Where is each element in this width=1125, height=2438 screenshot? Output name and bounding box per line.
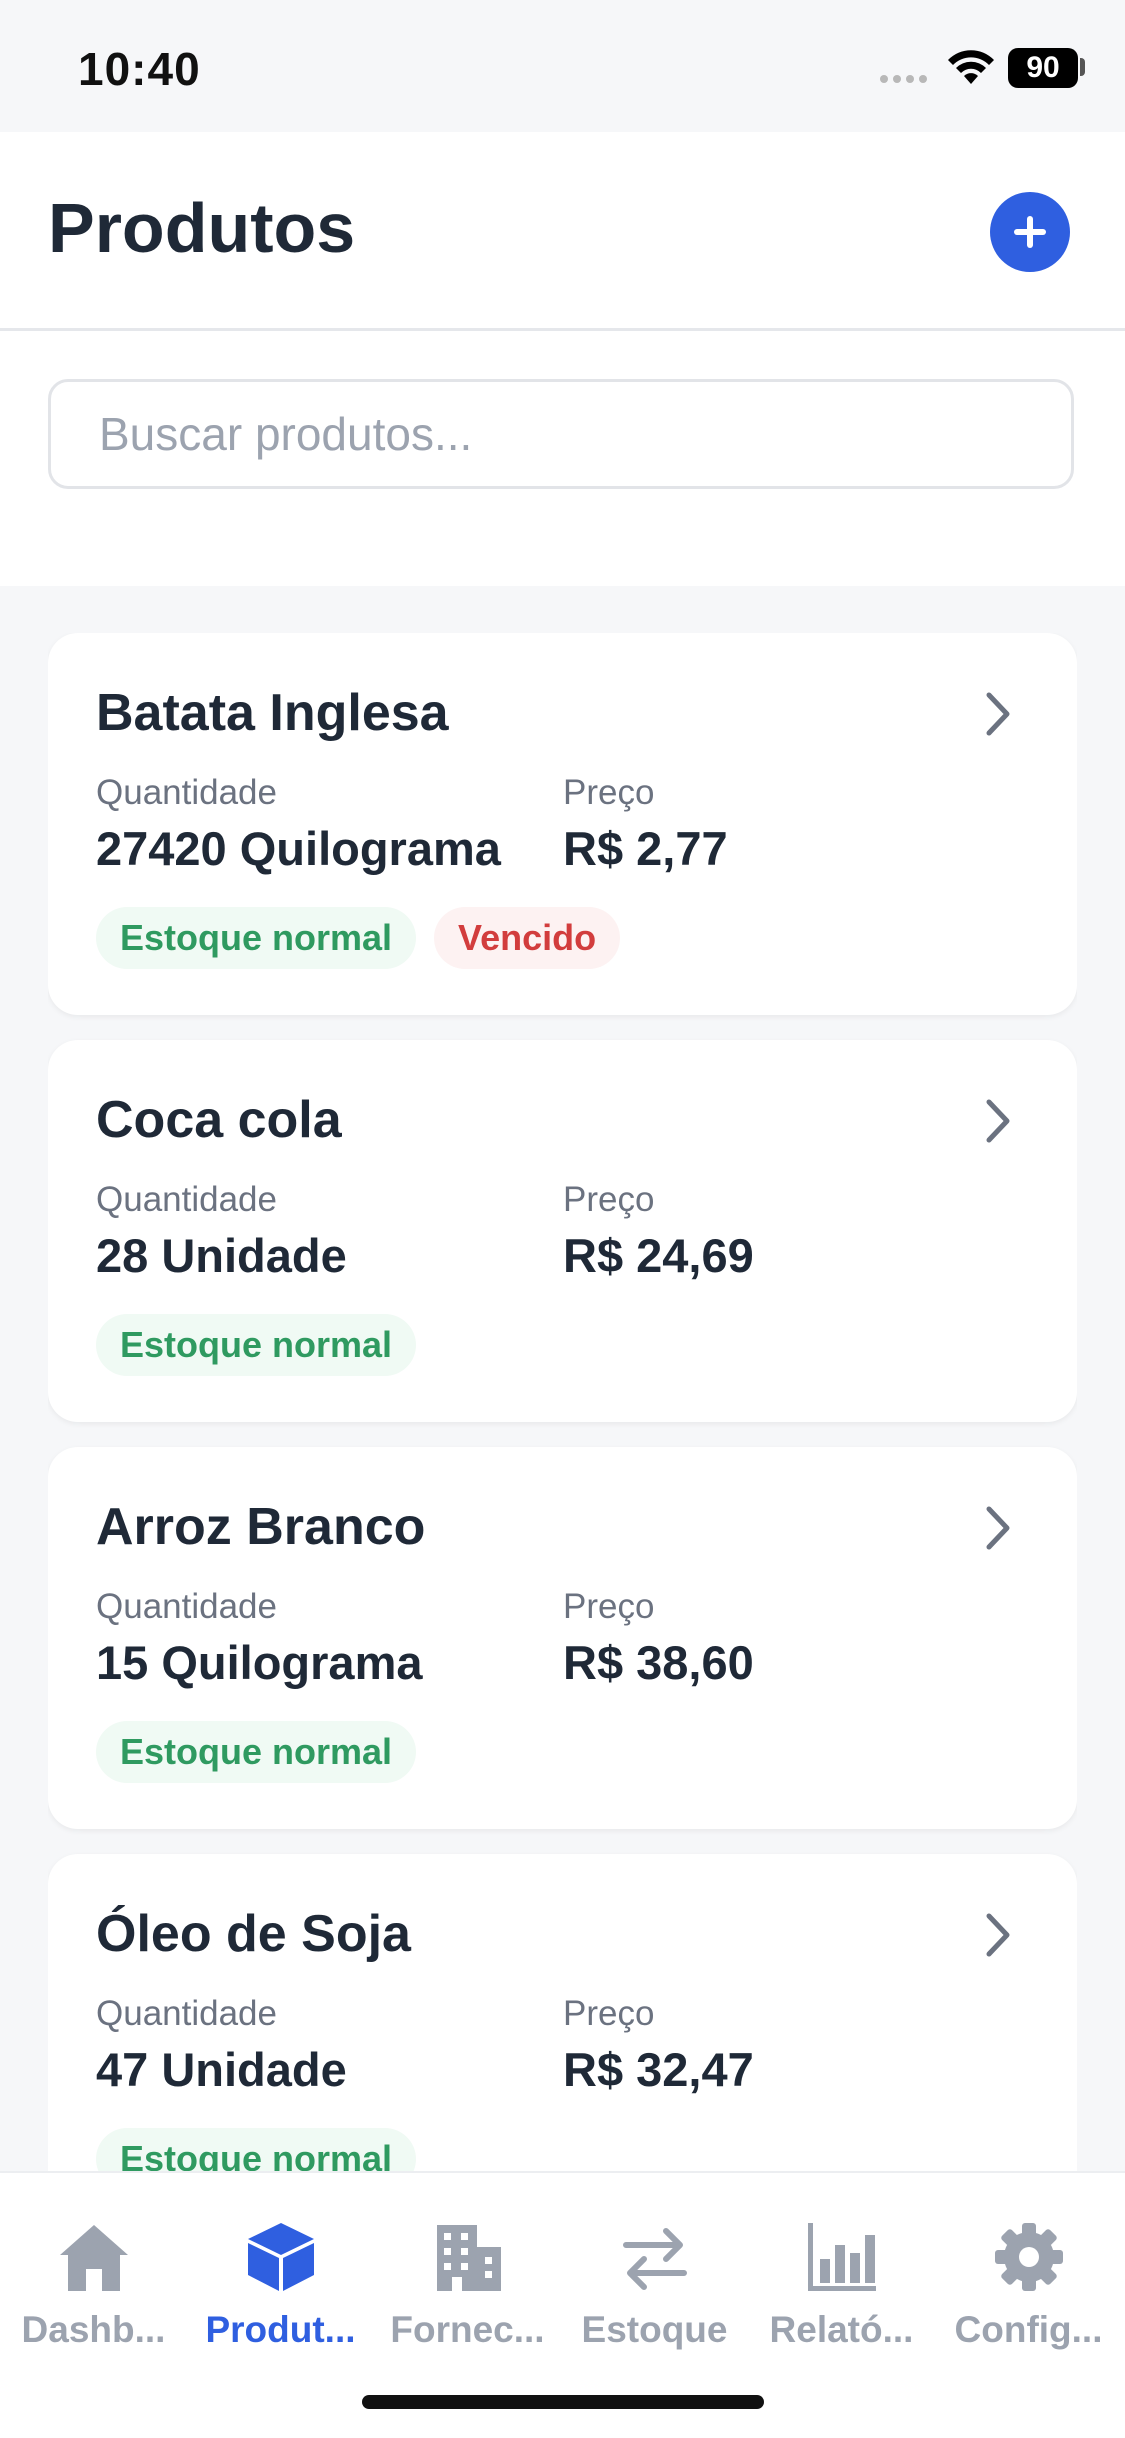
tab-label: Dashb... bbox=[21, 2309, 166, 2350]
tab-label: Relató... bbox=[769, 2309, 914, 2350]
badge-row: Estoque normal bbox=[96, 2128, 417, 2171]
price-label: Preço bbox=[563, 1587, 655, 1626]
badge-row: Estoque normal bbox=[96, 1721, 417, 1783]
quantity-label: Quantidade bbox=[96, 773, 277, 812]
price-value: R$ 2,77 bbox=[563, 822, 728, 875]
product-list[interactable]: Batata Inglesa Quantidade Preço 27420 Qu… bbox=[48, 633, 1077, 2171]
quantity-value: 47 Unidade bbox=[96, 2043, 347, 2096]
price-label: Preço bbox=[563, 773, 655, 812]
search-input[interactable] bbox=[48, 379, 1074, 489]
price-value: R$ 24,69 bbox=[563, 1229, 754, 1282]
tab-stock[interactable]: Estoque bbox=[561, 2213, 748, 2351]
quantity-value: 15 Quilograma bbox=[96, 1636, 423, 1689]
product-card[interactable]: Óleo de Soja Quantidade Preço 47 Unidade… bbox=[48, 1854, 1077, 2171]
wifi-icon bbox=[948, 50, 994, 84]
add-product-button[interactable] bbox=[990, 192, 1070, 272]
tab-label: Produt... bbox=[205, 2309, 356, 2350]
page-title: Produtos bbox=[48, 189, 356, 267]
badge-row: Estoque normal Vencido bbox=[96, 907, 621, 969]
battery-level: 90 bbox=[1026, 51, 1060, 84]
quantity-label: Quantidade bbox=[96, 1180, 277, 1219]
tab-reports[interactable]: Relató... bbox=[748, 2213, 935, 2351]
tab-products[interactable]: Produt... bbox=[187, 2213, 374, 2351]
bar-chart-icon bbox=[807, 2223, 876, 2291]
cube-icon bbox=[247, 2223, 314, 2291]
badge-row: Estoque normal bbox=[96, 1314, 417, 1376]
tab-label: Fornec... bbox=[390, 2309, 545, 2350]
product-name: Batata Inglesa bbox=[96, 684, 449, 742]
chevron-right-icon bbox=[986, 1506, 1010, 1550]
search-section bbox=[0, 331, 1125, 586]
plus-icon bbox=[1014, 216, 1046, 248]
building-icon bbox=[436, 2225, 501, 2291]
quantity-value: 28 Unidade bbox=[96, 1229, 347, 1282]
tab-dashboard[interactable]: Dashb... bbox=[0, 2213, 187, 2351]
stock-status-badge: Estoque normal bbox=[96, 1314, 417, 1376]
product-card[interactable]: Arroz Branco Quantidade Preço 15 Quilogr… bbox=[48, 1447, 1077, 1829]
status-time: 10:40 bbox=[78, 43, 201, 95]
tab-label: Estoque bbox=[581, 2309, 728, 2350]
cellular-signal-icon bbox=[880, 70, 932, 88]
page-header: Produtos bbox=[0, 132, 1125, 331]
stock-status-badge: Estoque normal bbox=[96, 2128, 417, 2171]
chevron-right-icon bbox=[986, 1099, 1010, 1143]
price-label: Preço bbox=[563, 1994, 655, 2033]
home-indicator bbox=[362, 2395, 764, 2409]
product-name: Óleo de Soja bbox=[96, 1905, 411, 1963]
price-label: Preço bbox=[563, 1180, 655, 1219]
gear-icon bbox=[994, 2223, 1063, 2291]
chevron-right-icon bbox=[986, 1913, 1010, 1957]
stock-status-badge: Estoque normal bbox=[96, 907, 417, 969]
battery-icon: 90 bbox=[1008, 48, 1078, 88]
stock-status-badge: Estoque normal bbox=[96, 1721, 417, 1783]
quantity-label: Quantidade bbox=[96, 1994, 277, 2033]
tab-label: Config... bbox=[954, 2309, 1103, 2350]
quantity-value: 27420 Quilograma bbox=[96, 822, 501, 875]
product-card[interactable]: Coca cola Quantidade Preço 28 Unidade R$… bbox=[48, 1040, 1077, 1422]
price-value: R$ 32,47 bbox=[563, 2043, 754, 2096]
product-name: Arroz Branco bbox=[96, 1498, 426, 1556]
product-card[interactable]: Batata Inglesa Quantidade Preço 27420 Qu… bbox=[48, 633, 1077, 1015]
price-value: R$ 38,60 bbox=[563, 1636, 754, 1689]
home-icon bbox=[59, 2225, 128, 2291]
product-name: Coca cola bbox=[96, 1091, 342, 1149]
quantity-label: Quantidade bbox=[96, 1587, 277, 1626]
chevron-right-icon bbox=[986, 692, 1010, 736]
tab-settings[interactable]: Config... bbox=[935, 2213, 1122, 2351]
expired-badge: Vencido bbox=[434, 907, 621, 969]
swap-arrows-icon bbox=[622, 2228, 687, 2290]
battery-tip bbox=[1080, 58, 1085, 76]
tab-suppliers[interactable]: Fornec... bbox=[374, 2213, 561, 2351]
status-bar: 10:40 90 bbox=[0, 0, 1125, 132]
